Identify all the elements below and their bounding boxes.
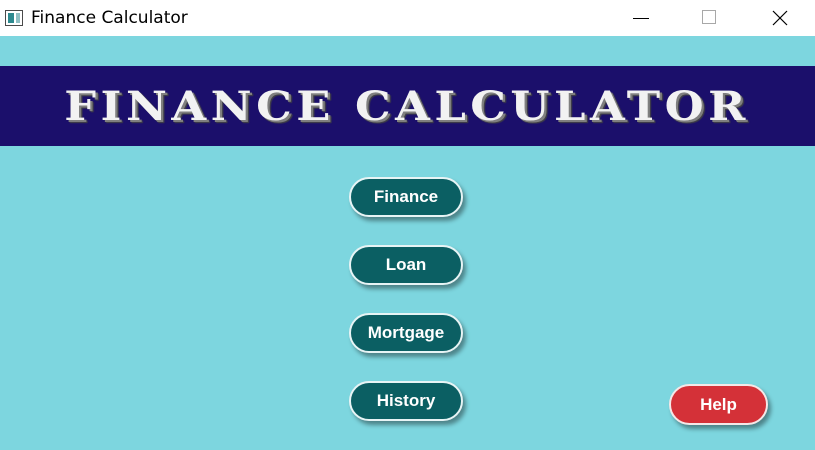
app-icon: [5, 10, 23, 26]
close-icon: [772, 10, 788, 26]
mortgage-button[interactable]: Mortgage: [349, 313, 463, 353]
window-title: Finance Calculator: [31, 8, 188, 28]
help-button[interactable]: Help: [669, 384, 768, 425]
app-icon-right-panel: [16, 13, 20, 23]
maximize-button[interactable]: [686, 0, 732, 36]
maximize-icon: [702, 10, 716, 24]
title-bar: Finance Calculator: [0, 0, 815, 36]
title-banner: Finance Calculator: [0, 66, 815, 146]
minimize-icon: [633, 18, 649, 19]
finance-button[interactable]: Finance: [349, 177, 463, 217]
app-icon-left-panel: [8, 13, 14, 23]
history-button[interactable]: History: [349, 381, 463, 421]
loan-button[interactable]: Loan: [349, 245, 463, 285]
minimize-button[interactable]: [618, 0, 664, 36]
banner-title: Finance Calculator: [64, 82, 751, 130]
close-button[interactable]: [757, 0, 803, 36]
